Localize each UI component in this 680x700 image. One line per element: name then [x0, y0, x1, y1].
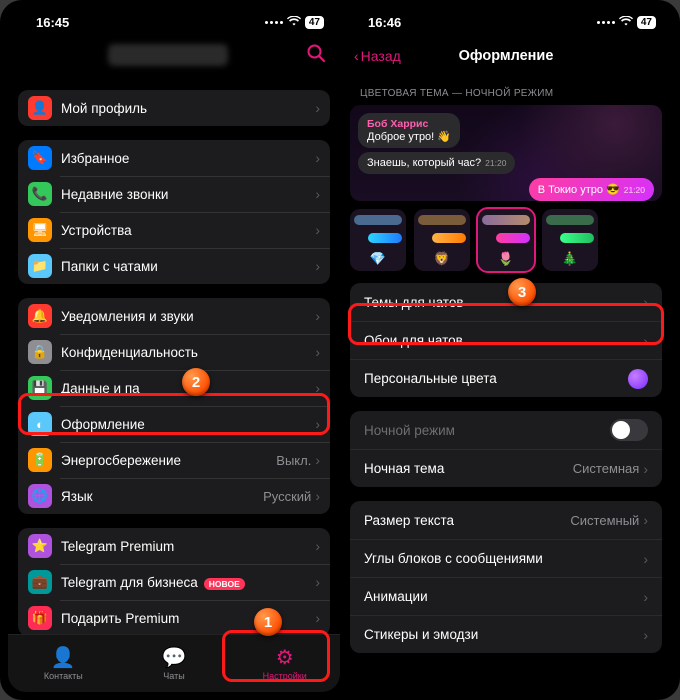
folder-icon: 📁: [28, 254, 52, 278]
wifi-icon: [619, 15, 633, 29]
row-power-saving[interactable]: 🔋ЭнергосбережениеВыкл.›: [18, 442, 330, 478]
wifi-icon: [287, 15, 301, 29]
chevron-right-icon: ›: [643, 627, 648, 643]
row-saved[interactable]: 🔖Избранное›: [18, 140, 330, 176]
callout-1: 1: [254, 608, 282, 636]
chevron-right-icon: ›: [315, 308, 320, 324]
cellular-icon: [597, 21, 615, 24]
incoming-bubble: Боб Харрис Доброе утро! 👋: [358, 113, 460, 148]
row-privacy[interactable]: 🔒Конфиденциальность›: [18, 334, 330, 370]
profile-icon: 👤: [28, 96, 52, 120]
row-premium[interactable]: ⭐Telegram Premium›: [18, 528, 330, 564]
new-badge: НОВОЕ: [204, 578, 245, 590]
chats-icon: 💬: [162, 647, 187, 669]
screen-settings: 16:45 47 👤 Мой профиль ›: [8, 8, 340, 692]
chevron-right-icon: ›: [643, 461, 648, 477]
theme-card[interactable]: 💎: [350, 209, 406, 271]
row-appearance[interactable]: ◐Оформление›: [18, 406, 330, 442]
color-dot-icon: [628, 369, 648, 389]
row-data-storage[interactable]: 💾Данные и па›: [18, 370, 330, 406]
settings-icon: ⚙: [276, 647, 294, 669]
chevron-right-icon: ›: [315, 258, 320, 274]
row-night-theme[interactable]: Ночная темаСистемная›: [350, 449, 662, 487]
search-icon[interactable]: [306, 43, 326, 69]
chevron-right-icon: ›: [643, 294, 648, 310]
incoming-bubble: Знаешь, который час?21:20: [358, 152, 515, 174]
clock: 16:46: [368, 15, 401, 30]
chevron-right-icon: ›: [315, 186, 320, 202]
tab-bar: 👤Контакты 💬Чаты ⚙Настройки: [8, 634, 340, 692]
outgoing-bubble: В Токио утро 😎21:20: [529, 178, 654, 201]
row-text-size[interactable]: Размер текстаСистемный›: [350, 501, 662, 539]
settings-scroll[interactable]: 👤 Мой профиль › 🔖Избранное› 📞Недавние зв…: [8, 76, 340, 634]
row-language[interactable]: 🌐ЯзыкРусский›: [18, 478, 330, 514]
chevron-right-icon: ›: [643, 589, 648, 605]
gift-icon: 🎁: [28, 606, 52, 630]
chevron-right-icon: ›: [315, 610, 320, 626]
row-recent-calls[interactable]: 📞Недавние звонки›: [18, 176, 330, 212]
row-bubble-corners[interactable]: Углы блоков с сообщениями›: [350, 539, 662, 577]
chevron-right-icon: ›: [315, 488, 320, 504]
row-folders[interactable]: 📁Папки с чатами›: [18, 248, 330, 284]
back-button[interactable]: ‹ Назад: [354, 48, 401, 64]
night-mode-switch[interactable]: [610, 419, 648, 441]
briefcase-icon: 💼: [28, 570, 52, 594]
chevron-right-icon: ›: [315, 344, 320, 360]
theme-card-selected[interactable]: 🌷: [478, 209, 534, 271]
row-wallpapers[interactable]: Обои для чатов›: [350, 321, 662, 359]
chevron-right-icon: ›: [315, 538, 320, 554]
callout-3: 3: [508, 278, 536, 306]
row-my-profile[interactable]: 👤 Мой профиль ›: [18, 90, 330, 126]
account-name-blurred: [108, 44, 228, 66]
bookmark-icon: 🔖: [28, 146, 52, 170]
chevron-right-icon: ›: [315, 452, 320, 468]
clock: 16:45: [36, 15, 69, 30]
status-bar: 16:46 47: [340, 8, 672, 36]
row-notifications[interactable]: 🔔Уведомления и звуки›: [18, 298, 330, 334]
star-icon: ⭐: [28, 534, 52, 558]
callout-2: 2: [182, 368, 210, 396]
row-devices[interactable]: 🖥Устройства›: [18, 212, 330, 248]
status-bar: 16:45 47: [8, 8, 340, 36]
theme-card[interactable]: 🦁: [414, 209, 470, 271]
lock-icon: 🔒: [28, 340, 52, 364]
row-personal-colors[interactable]: Персональные цвета: [350, 359, 662, 397]
header: ‹ Назад Оформление: [340, 36, 672, 76]
chevron-right-icon: ›: [315, 416, 320, 432]
phone-icon: 📞: [28, 182, 52, 206]
row-gift-premium[interactable]: 🎁Подарить Premium›: [18, 600, 330, 634]
tab-chats[interactable]: 💬Чаты: [119, 635, 230, 692]
row-night-mode[interactable]: Ночной режим: [350, 411, 662, 449]
screen-appearance: 16:46 47 ‹ Назад Оформление ЦВЕТОВАЯ ТЕМ…: [340, 8, 672, 692]
row-chat-themes[interactable]: Темы для чатов›: [350, 283, 662, 321]
bell-icon: 🔔: [28, 304, 52, 328]
devices-icon: 🖥: [28, 218, 52, 242]
data-icon: 💾: [28, 376, 52, 400]
appearance-icon: ◐: [28, 412, 52, 436]
row-animations[interactable]: Анимации›: [350, 577, 662, 615]
theme-card[interactable]: 🎄: [542, 209, 598, 271]
battery-icon: 47: [305, 16, 324, 29]
battery-saving-icon: 🔋: [28, 448, 52, 472]
chevron-right-icon: ›: [315, 574, 320, 590]
chevron-right-icon: ›: [315, 380, 320, 396]
chevron-right-icon: ›: [643, 512, 648, 528]
chevron-right-icon: ›: [315, 150, 320, 166]
battery-icon: 47: [637, 16, 656, 29]
row-stickers-emoji[interactable]: Стикеры и эмодзи›: [350, 615, 662, 653]
chevron-right-icon: ›: [643, 333, 648, 349]
chevron-right-icon: ›: [315, 100, 320, 116]
tab-contacts[interactable]: 👤Контакты: [8, 635, 119, 692]
section-label: ЦВЕТОВАЯ ТЕМА — НОЧНОЙ РЕЖИМ: [340, 76, 672, 105]
tab-settings[interactable]: ⚙Настройки: [229, 635, 340, 692]
globe-icon: 🌐: [28, 484, 52, 508]
chat-preview: Боб Харрис Доброе утро! 👋 Знаешь, которы…: [350, 105, 662, 201]
chevron-right-icon: ›: [643, 551, 648, 567]
contacts-icon: 👤: [51, 647, 76, 669]
chevron-right-icon: ›: [315, 222, 320, 238]
theme-cards: 💎 🦁 🌷 🎄: [340, 201, 672, 283]
row-business[interactable]: 💼Telegram для бизнесаНОВОЕ›: [18, 564, 330, 600]
cellular-icon: [265, 21, 283, 24]
